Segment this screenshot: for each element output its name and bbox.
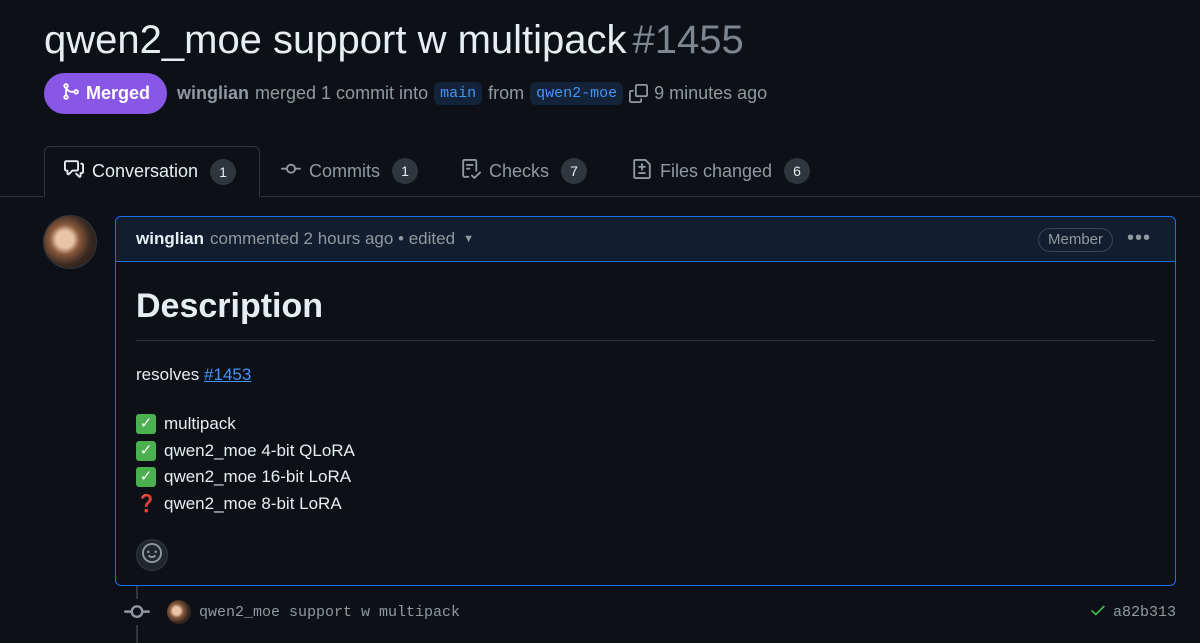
tab-label: Commits xyxy=(309,160,380,181)
resolves-text: resolves xyxy=(136,365,200,384)
list-item: ✓ multipack xyxy=(136,411,1155,438)
head-branch[interactable]: qwen2-moe xyxy=(530,82,624,105)
tab-counter: 1 xyxy=(210,158,237,185)
file-diff-icon xyxy=(632,158,652,184)
smiley-icon xyxy=(142,542,162,568)
kebab-horizontal-icon[interactable]: ••• xyxy=(1127,227,1151,250)
list-item-text: multipack xyxy=(164,414,236,433)
member-badge: Member xyxy=(1037,228,1113,252)
checklist-icon xyxy=(461,158,482,184)
tab-counter: 7 xyxy=(561,158,588,184)
pr-tabs: Conversation 1 Commits 1 Checks 7 Files … xyxy=(0,146,1200,197)
base-branch[interactable]: main xyxy=(434,82,483,105)
question-mark-icon: ❓ xyxy=(136,493,158,513)
check-mark-icon: ✓ xyxy=(136,414,156,435)
comment-header: winglian commented 2 hours ago • edited … xyxy=(116,217,1175,262)
add-reaction-button[interactable] xyxy=(136,539,168,571)
check-icon[interactable] xyxy=(1089,601,1107,624)
pull-request-page: qwen2_moe support w multipack #1455 Merge… xyxy=(0,0,1200,643)
git-commit-icon xyxy=(281,159,301,184)
git-merge-icon xyxy=(61,82,80,106)
tab-commits[interactable]: Commits 1 xyxy=(281,146,418,196)
list-item-text: qwen2_moe 16-bit LoRA xyxy=(164,467,352,486)
tab-files-changed[interactable]: Files changed 6 xyxy=(632,146,811,196)
description-heading: Description xyxy=(136,284,1155,341)
comment-box: winglian commented 2 hours ago • edited … xyxy=(115,216,1176,586)
merger-username[interactable]: winglian xyxy=(177,83,249,104)
tab-label: Conversation xyxy=(92,161,199,181)
list-item-text: qwen2_moe 4-bit QLoRA xyxy=(164,440,355,460)
tab-label: Files changed xyxy=(660,160,773,181)
pr-title: qwen2_moe support w multipack xyxy=(44,18,627,62)
task-list: ✓ multipack ✓ qwen2_moe 4-bit QLoRA ✓ qw… xyxy=(136,411,1155,517)
list-item: ✓ qwen2_moe 4-bit QLoRA xyxy=(136,438,1155,465)
check-mark-icon: ✓ xyxy=(136,440,156,461)
triangle-down-icon[interactable]: ▼ xyxy=(463,233,474,245)
check-mark-icon: ✓ xyxy=(136,467,156,488)
avatar[interactable] xyxy=(43,215,97,269)
tab-conversation[interactable]: Conversation 1 xyxy=(44,146,260,197)
merge-time: 9 minutes ago xyxy=(654,83,768,103)
merged-text: merged 1 commit into xyxy=(255,83,429,103)
merge-summary: winglian merged 1 commit into main from … xyxy=(177,82,767,105)
tab-counter: 6 xyxy=(784,158,811,184)
commit-message[interactable]: qwen2_moe support w multipack xyxy=(199,604,460,621)
issue-link[interactable]: #1453 xyxy=(204,365,251,384)
list-item: ❓ qwen2_moe 8-bit LoRA xyxy=(136,491,1155,518)
tab-checks[interactable]: Checks 7 xyxy=(461,146,588,196)
list-item: ✓ qwen2_moe 16-bit LoRA xyxy=(136,464,1155,491)
commit-status: a82b313 xyxy=(1089,601,1176,624)
copy-icon[interactable] xyxy=(629,84,649,103)
comment-meta[interactable]: commented 2 hours ago • edited xyxy=(210,229,455,249)
git-commit-icon xyxy=(124,599,150,625)
timeline-commit: qwen2_moe support w multipack a82b313 xyxy=(124,598,1176,626)
comment-discussion-icon xyxy=(64,159,84,184)
list-item-text: qwen2_moe 8-bit LoRA xyxy=(164,493,342,513)
comment-body: Description resolves #1453 ✓ multipack ✓… xyxy=(116,284,1175,571)
pr-number: #1455 xyxy=(632,18,744,62)
tab-counter: 1 xyxy=(392,158,418,184)
page-title: qwen2_moe support w multipack #1455 xyxy=(44,14,744,66)
tab-label: Checks xyxy=(489,160,550,181)
from-text: from xyxy=(488,83,525,103)
comment-author[interactable]: winglian xyxy=(136,229,204,249)
merged-label: Merged xyxy=(86,83,151,103)
commit-sha[interactable]: a82b313 xyxy=(1113,604,1176,621)
resolves-line: resolves #1453 xyxy=(136,365,1155,385)
pr-status-row: Merged winglian merged 1 commit into mai… xyxy=(44,73,767,114)
merged-status-badge: Merged xyxy=(44,73,168,114)
avatar[interactable] xyxy=(167,600,191,624)
